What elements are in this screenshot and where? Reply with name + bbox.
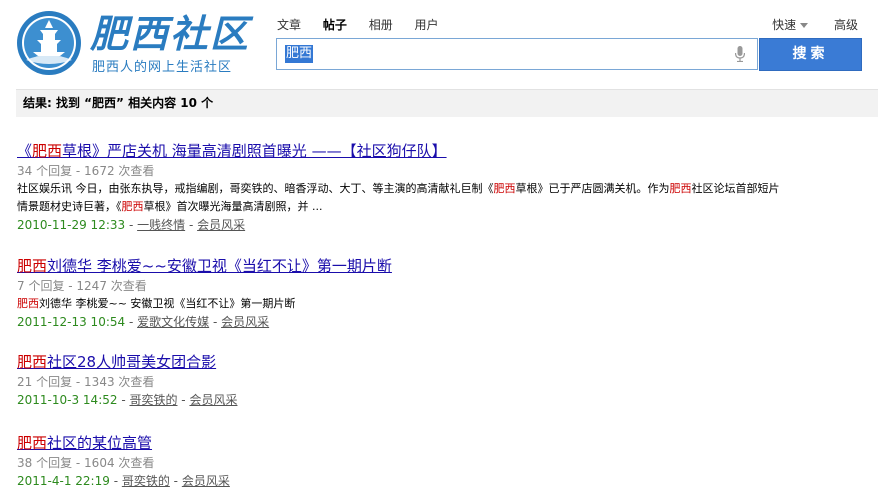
result-footer: 2010-11-29 12:33 - 一贱终情 - 会员风采 xyxy=(17,217,837,234)
search-input-value: 肥西 xyxy=(285,45,314,63)
microphone-icon[interactable] xyxy=(735,46,745,62)
result-title-text: 社区28人帅哥美女团合影 xyxy=(47,353,217,371)
result-snippet: 社区娱乐讯 今日，由张东执导，戒指编剧，哥奕铁的、暗香浮动、大丁、等主演的高清献… xyxy=(17,180,787,216)
result-title-link[interactable]: 肥西社区28人帅哥美女团合影 xyxy=(17,352,837,372)
result-title-highlight: 肥西 xyxy=(32,142,63,160)
snippet-highlight: 肥西 xyxy=(669,182,692,195)
search-result: 肥西社区的某位高管 38 个回复 - 1604 次查看 2011-4-1 22:19… xyxy=(17,433,837,490)
result-forum-link[interactable]: 会员风采 xyxy=(221,315,269,329)
logo-subtitle: 肥西人的网上生活社区 xyxy=(92,60,233,75)
result-title-text: 社区的某位高管 xyxy=(47,434,153,452)
result-stats: 34 个回复 - 1672 次查看 xyxy=(17,164,155,178)
snippet-text: 社区娱乐讯 今日，由张东执导，戒指编剧，哥奕铁的、暗香浮动、大丁、等主演的高清献… xyxy=(17,182,494,195)
result-date: 2011-10-3 14:52 xyxy=(17,393,118,407)
site-logo[interactable]: 肥西社区 肥西人的网上生活社区 xyxy=(16,8,251,76)
result-summary: 结果: 找到 “肥西” 相关内容 10 个 xyxy=(16,89,878,117)
separator: - xyxy=(177,393,190,407)
result-title-highlight: 肥西 xyxy=(17,434,48,452)
result-stats: 38 个回复 - 1604 次查看 xyxy=(17,456,155,470)
tab-posts[interactable]: 帖子 xyxy=(323,18,347,32)
result-author-link[interactable]: 哥奕铁的 xyxy=(122,474,170,488)
snippet-text: 草根》首次曝光海量高清剧照，并 ... xyxy=(143,200,323,213)
result-footer: 2011-12-13 10:54 - 爱歌文化传媒 - 会员风采 xyxy=(17,314,837,331)
search-input[interactable]: 肥西 xyxy=(276,38,758,70)
search-type-tabs: 文章 帖子 相册 用户 xyxy=(277,16,457,33)
result-snippet: 肥西刘德华 李桃爱~~ 安徽卫视《当红不让》第一期片断 xyxy=(17,295,787,313)
result-title-highlight: 肥西 xyxy=(17,257,48,275)
result-author-link[interactable]: 一贱终情 xyxy=(137,218,185,232)
search-options: 快速 高级 xyxy=(772,16,858,33)
result-author-link[interactable]: 哥奕铁的 xyxy=(129,393,177,407)
logo-title: 肥西社区 xyxy=(90,11,251,56)
result-forum-link[interactable]: 会员风采 xyxy=(197,218,245,232)
search-result: 肥西社区28人帅哥美女团合影 21 个回复 - 1343 次查看 2011-10-3… xyxy=(17,352,837,409)
separator: - xyxy=(125,218,138,232)
separator: - xyxy=(109,474,122,488)
result-date: 2010-11-29 12:33 xyxy=(17,218,126,232)
result-forum-link[interactable]: 会员风采 xyxy=(189,393,237,407)
result-date: 2011-12-13 10:54 xyxy=(17,315,126,329)
tab-articles[interactable]: 文章 xyxy=(277,18,301,32)
result-title-text: 刘德华 李桃爱~~安徽卫视《当红不让》第一期片断 xyxy=(47,257,392,275)
snippet-highlight: 肥西 xyxy=(121,200,144,213)
pagoda-logo-icon xyxy=(17,11,81,75)
advanced-search-link[interactable]: 高级 xyxy=(834,18,858,32)
snippet-highlight: 肥西 xyxy=(17,297,39,310)
tab-users[interactable]: 用户 xyxy=(415,18,439,32)
chevron-down-icon xyxy=(800,23,809,28)
result-title-link[interactable]: 肥西刘德华 李桃爱~~安徽卫视《当红不让》第一期片断 xyxy=(17,256,837,276)
separator: - xyxy=(125,315,138,329)
result-forum-link[interactable]: 会员风采 xyxy=(182,474,230,488)
result-footer: 2011-10-3 14:52 - 哥奕铁的 - 会员风采 xyxy=(17,392,837,409)
result-title-link[interactable]: 《肥西草根》严店关机 海量高清剧照首曝光 ——【社区狗仔队】 xyxy=(17,141,837,161)
result-footer: 2011-4-1 22:19 - 哥奕铁的 - 会员风采 xyxy=(17,473,837,490)
result-stats: 7 个回复 - 1247 次查看 xyxy=(17,279,147,293)
separator: - xyxy=(169,474,182,488)
search-result: 肥西刘德华 李桃爱~~安徽卫视《当红不让》第一期片断 7 个回复 - 1247 次… xyxy=(17,256,837,331)
result-stats: 21 个回复 - 1343 次查看 xyxy=(17,375,155,389)
quick-label: 快速 xyxy=(772,18,797,32)
snippet-text: 草根》已于严店圆满关机。作为 xyxy=(515,182,670,195)
snippet-text: 刘德华 李桃爱~~ 安徽卫视《当红不让》第一期片断 xyxy=(39,297,296,310)
separator: - xyxy=(117,393,130,407)
result-title-prefix: 《 xyxy=(17,142,33,160)
result-title-link[interactable]: 肥西社区的某位高管 xyxy=(17,433,837,453)
result-title-highlight: 肥西 xyxy=(17,353,48,371)
quick-dropdown[interactable]: 快速 xyxy=(772,18,830,32)
search-button[interactable]: 搜索 xyxy=(759,38,862,71)
snippet-highlight: 肥西 xyxy=(493,182,516,195)
result-author-link[interactable]: 爱歌文化传媒 xyxy=(137,315,209,329)
search-result: 《肥西草根》严店关机 海量高清剧照首曝光 ——【社区狗仔队】 34 个回复 - 1… xyxy=(17,141,837,234)
separator: - xyxy=(209,315,222,329)
result-title-text: 草根》严店关机 海量高清剧照首曝光 ——【社区狗仔队】 xyxy=(62,142,447,160)
result-date: 2011-4-1 22:19 xyxy=(17,474,110,488)
separator: - xyxy=(185,218,198,232)
tab-albums[interactable]: 相册 xyxy=(369,18,393,32)
